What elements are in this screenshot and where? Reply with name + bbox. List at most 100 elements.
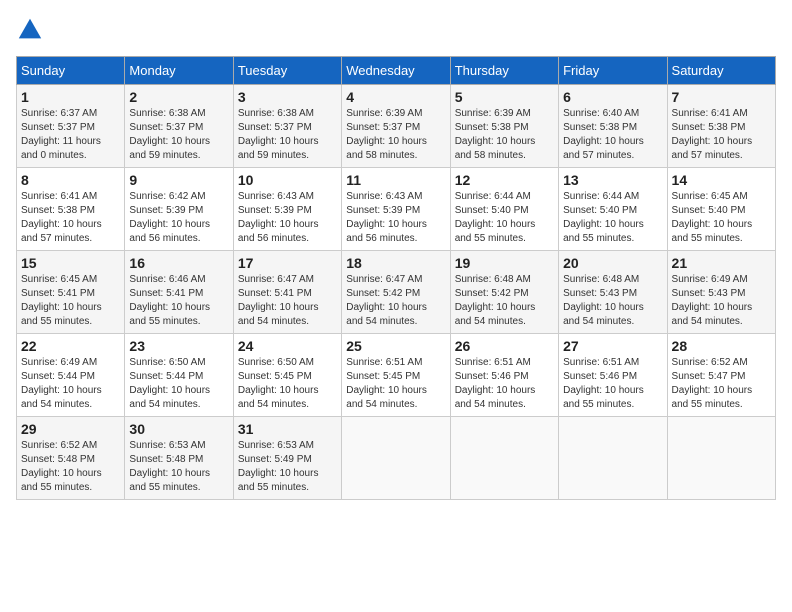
day-info: Sunrise: 6:48 AMSunset: 5:43 PMDaylight:…	[563, 273, 662, 329]
header	[16, 16, 776, 44]
calendar-cell-21: 21 Sunrise: 6:49 AMSunset: 5:43 PMDaylig…	[667, 251, 775, 334]
calendar-cell-28: 28 Sunrise: 6:52 AMSunset: 5:47 PMDaylig…	[667, 334, 775, 417]
weekday-header-sunday: Sunday	[17, 57, 125, 85]
week-row-5: 29 Sunrise: 6:52 AMSunset: 5:48 PMDaylig…	[17, 417, 776, 500]
day-number: 16	[129, 255, 228, 271]
day-info: Sunrise: 6:39 AMSunset: 5:38 PMDaylight:…	[455, 107, 554, 163]
week-row-2: 8 Sunrise: 6:41 AMSunset: 5:38 PMDayligh…	[17, 168, 776, 251]
calendar-table: SundayMondayTuesdayWednesdayThursdayFrid…	[16, 56, 776, 500]
week-row-1: 1 Sunrise: 6:37 AMSunset: 5:37 PMDayligh…	[17, 85, 776, 168]
day-info: Sunrise: 6:45 AMSunset: 5:40 PMDaylight:…	[672, 190, 771, 246]
day-number: 9	[129, 172, 228, 188]
day-info: Sunrise: 6:43 AMSunset: 5:39 PMDaylight:…	[238, 190, 337, 246]
day-number: 29	[21, 421, 120, 437]
calendar-cell-22: 22 Sunrise: 6:49 AMSunset: 5:44 PMDaylig…	[17, 334, 125, 417]
day-info: Sunrise: 6:50 AMSunset: 5:44 PMDaylight:…	[129, 356, 228, 412]
day-number: 28	[672, 338, 771, 354]
day-info: Sunrise: 6:51 AMSunset: 5:46 PMDaylight:…	[563, 356, 662, 412]
calendar-cell-2: 2 Sunrise: 6:38 AMSunset: 5:37 PMDayligh…	[125, 85, 233, 168]
day-number: 11	[346, 172, 445, 188]
calendar-cell-1: 1 Sunrise: 6:37 AMSunset: 5:37 PMDayligh…	[17, 85, 125, 168]
day-info: Sunrise: 6:53 AMSunset: 5:49 PMDaylight:…	[238, 439, 337, 495]
day-info: Sunrise: 6:47 AMSunset: 5:42 PMDaylight:…	[346, 273, 445, 329]
day-number: 30	[129, 421, 228, 437]
day-info: Sunrise: 6:44 AMSunset: 5:40 PMDaylight:…	[563, 190, 662, 246]
calendar-cell-31: 31 Sunrise: 6:53 AMSunset: 5:49 PMDaylig…	[233, 417, 341, 500]
calendar-cell-empty	[559, 417, 667, 500]
calendar-cell-19: 19 Sunrise: 6:48 AMSunset: 5:42 PMDaylig…	[450, 251, 558, 334]
day-number: 17	[238, 255, 337, 271]
day-number: 18	[346, 255, 445, 271]
day-info: Sunrise: 6:42 AMSunset: 5:39 PMDaylight:…	[129, 190, 228, 246]
day-number: 3	[238, 89, 337, 105]
calendar-cell-24: 24 Sunrise: 6:50 AMSunset: 5:45 PMDaylig…	[233, 334, 341, 417]
day-info: Sunrise: 6:46 AMSunset: 5:41 PMDaylight:…	[129, 273, 228, 329]
day-number: 4	[346, 89, 445, 105]
weekday-header-thursday: Thursday	[450, 57, 558, 85]
calendar-cell-16: 16 Sunrise: 6:46 AMSunset: 5:41 PMDaylig…	[125, 251, 233, 334]
week-row-4: 22 Sunrise: 6:49 AMSunset: 5:44 PMDaylig…	[17, 334, 776, 417]
day-info: Sunrise: 6:44 AMSunset: 5:40 PMDaylight:…	[455, 190, 554, 246]
day-info: Sunrise: 6:39 AMSunset: 5:37 PMDaylight:…	[346, 107, 445, 163]
calendar-cell-5: 5 Sunrise: 6:39 AMSunset: 5:38 PMDayligh…	[450, 85, 558, 168]
day-number: 5	[455, 89, 554, 105]
day-info: Sunrise: 6:53 AMSunset: 5:48 PMDaylight:…	[129, 439, 228, 495]
day-info: Sunrise: 6:49 AMSunset: 5:44 PMDaylight:…	[21, 356, 120, 412]
day-info: Sunrise: 6:43 AMSunset: 5:39 PMDaylight:…	[346, 190, 445, 246]
day-number: 26	[455, 338, 554, 354]
day-info: Sunrise: 6:38 AMSunset: 5:37 PMDaylight:…	[129, 107, 228, 163]
calendar-cell-17: 17 Sunrise: 6:47 AMSunset: 5:41 PMDaylig…	[233, 251, 341, 334]
calendar-cell-14: 14 Sunrise: 6:45 AMSunset: 5:40 PMDaylig…	[667, 168, 775, 251]
weekday-header-wednesday: Wednesday	[342, 57, 450, 85]
day-info: Sunrise: 6:37 AMSunset: 5:37 PMDaylight:…	[21, 107, 120, 163]
day-number: 8	[21, 172, 120, 188]
calendar-cell-20: 20 Sunrise: 6:48 AMSunset: 5:43 PMDaylig…	[559, 251, 667, 334]
day-info: Sunrise: 6:48 AMSunset: 5:42 PMDaylight:…	[455, 273, 554, 329]
week-row-3: 15 Sunrise: 6:45 AMSunset: 5:41 PMDaylig…	[17, 251, 776, 334]
day-info: Sunrise: 6:38 AMSunset: 5:37 PMDaylight:…	[238, 107, 337, 163]
calendar-cell-29: 29 Sunrise: 6:52 AMSunset: 5:48 PMDaylig…	[17, 417, 125, 500]
day-number: 2	[129, 89, 228, 105]
day-info: Sunrise: 6:51 AMSunset: 5:46 PMDaylight:…	[455, 356, 554, 412]
day-number: 19	[455, 255, 554, 271]
day-info: Sunrise: 6:45 AMSunset: 5:41 PMDaylight:…	[21, 273, 120, 329]
day-info: Sunrise: 6:47 AMSunset: 5:41 PMDaylight:…	[238, 273, 337, 329]
day-number: 1	[21, 89, 120, 105]
calendar-cell-15: 15 Sunrise: 6:45 AMSunset: 5:41 PMDaylig…	[17, 251, 125, 334]
calendar-cell-4: 4 Sunrise: 6:39 AMSunset: 5:37 PMDayligh…	[342, 85, 450, 168]
day-number: 20	[563, 255, 662, 271]
day-info: Sunrise: 6:41 AMSunset: 5:38 PMDaylight:…	[21, 190, 120, 246]
calendar-cell-12: 12 Sunrise: 6:44 AMSunset: 5:40 PMDaylig…	[450, 168, 558, 251]
calendar-cell-6: 6 Sunrise: 6:40 AMSunset: 5:38 PMDayligh…	[559, 85, 667, 168]
calendar-cell-empty	[667, 417, 775, 500]
logo	[16, 16, 48, 44]
logo-icon	[16, 16, 44, 44]
day-number: 27	[563, 338, 662, 354]
calendar-cell-18: 18 Sunrise: 6:47 AMSunset: 5:42 PMDaylig…	[342, 251, 450, 334]
day-info: Sunrise: 6:51 AMSunset: 5:45 PMDaylight:…	[346, 356, 445, 412]
calendar-cell-26: 26 Sunrise: 6:51 AMSunset: 5:46 PMDaylig…	[450, 334, 558, 417]
calendar-cell-8: 8 Sunrise: 6:41 AMSunset: 5:38 PMDayligh…	[17, 168, 125, 251]
day-number: 25	[346, 338, 445, 354]
day-number: 10	[238, 172, 337, 188]
weekday-header-row: SundayMondayTuesdayWednesdayThursdayFrid…	[17, 57, 776, 85]
calendar-cell-13: 13 Sunrise: 6:44 AMSunset: 5:40 PMDaylig…	[559, 168, 667, 251]
weekday-header-saturday: Saturday	[667, 57, 775, 85]
day-number: 22	[21, 338, 120, 354]
day-info: Sunrise: 6:41 AMSunset: 5:38 PMDaylight:…	[672, 107, 771, 163]
day-number: 15	[21, 255, 120, 271]
day-info: Sunrise: 6:50 AMSunset: 5:45 PMDaylight:…	[238, 356, 337, 412]
day-number: 7	[672, 89, 771, 105]
weekday-header-monday: Monday	[125, 57, 233, 85]
calendar-cell-3: 3 Sunrise: 6:38 AMSunset: 5:37 PMDayligh…	[233, 85, 341, 168]
calendar-cell-30: 30 Sunrise: 6:53 AMSunset: 5:48 PMDaylig…	[125, 417, 233, 500]
day-number: 24	[238, 338, 337, 354]
day-info: Sunrise: 6:40 AMSunset: 5:38 PMDaylight:…	[563, 107, 662, 163]
calendar-cell-23: 23 Sunrise: 6:50 AMSunset: 5:44 PMDaylig…	[125, 334, 233, 417]
day-number: 31	[238, 421, 337, 437]
calendar-cell-10: 10 Sunrise: 6:43 AMSunset: 5:39 PMDaylig…	[233, 168, 341, 251]
day-number: 23	[129, 338, 228, 354]
day-info: Sunrise: 6:52 AMSunset: 5:48 PMDaylight:…	[21, 439, 120, 495]
calendar-cell-empty	[342, 417, 450, 500]
day-number: 12	[455, 172, 554, 188]
